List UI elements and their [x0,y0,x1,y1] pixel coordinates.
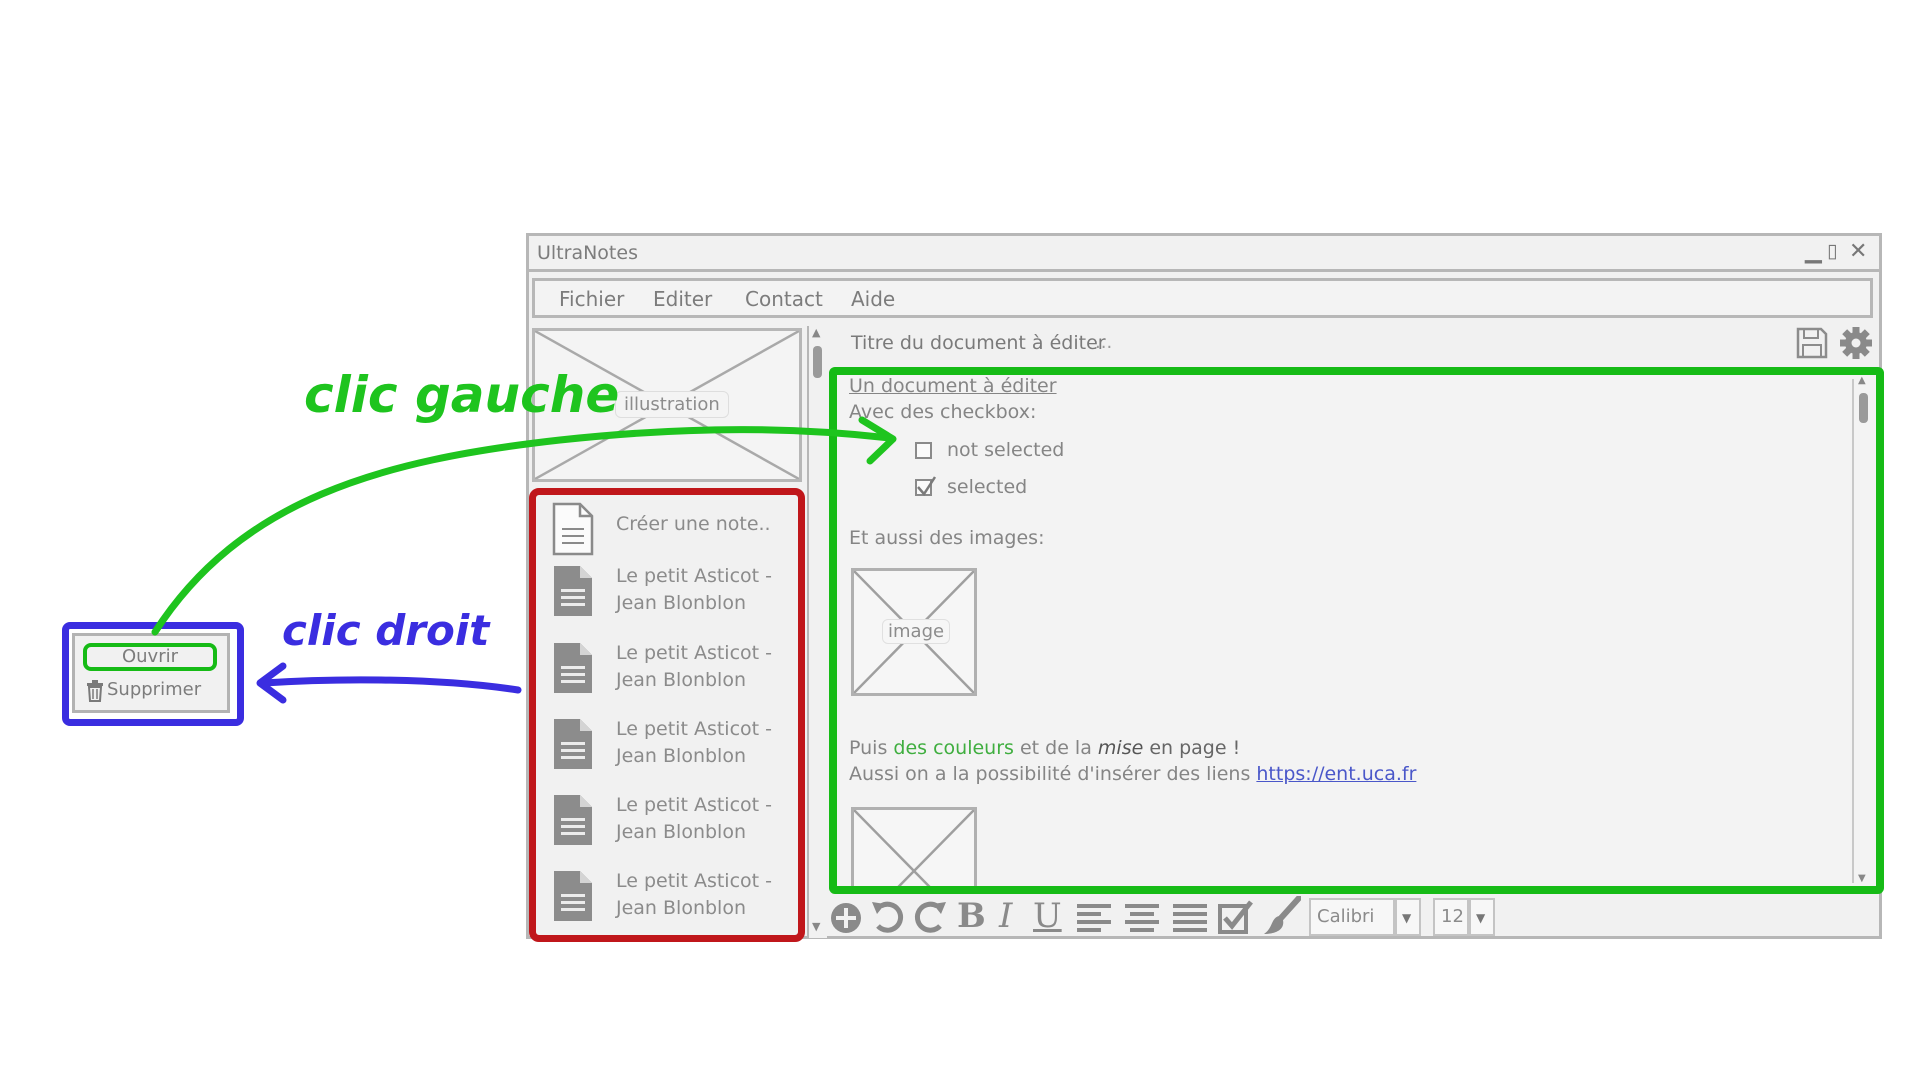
annotation-arrows [151,416,897,704]
left-click-arrow [151,426,894,636]
right-click-arrow [260,676,522,694]
left-click-arrowhead [858,416,897,465]
